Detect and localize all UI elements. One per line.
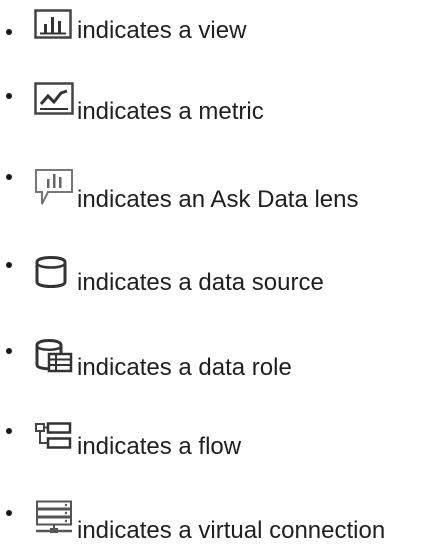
virtual-connection-icon: [34, 500, 74, 534]
bullet: [6, 29, 12, 35]
list-item-label: indicates a data role: [77, 354, 292, 381]
bullet: [6, 93, 12, 99]
list-item-label: indicates an Ask Data lens: [77, 186, 359, 213]
list-item-label: indicates a flow: [77, 433, 242, 460]
list-item-data-role: indicates a data role: [0, 338, 448, 381]
list-item-ask-data-lens: indicates an Ask Data lens: [0, 168, 448, 213]
list-item-view: indicates a view: [0, 6, 448, 46]
flow-icon: [34, 422, 72, 452]
bullet: [6, 174, 12, 180]
list-item-label: indicates a virtual connection: [77, 517, 386, 544]
view-icon: [34, 9, 72, 39]
bullet: [6, 348, 12, 354]
list-item-flow: indicates a flow: [0, 420, 448, 460]
metric-icon: [34, 82, 74, 116]
list-item-virtual-connection: indicates a virtual connection: [0, 500, 448, 544]
bullet: [6, 510, 12, 516]
list-item-label: indicates a metric: [77, 98, 264, 125]
ask-data-lens-icon: [34, 168, 74, 208]
bullet: [6, 262, 12, 268]
list-item-label: indicates a view: [77, 17, 247, 44]
list-item-label: indicates a data source: [77, 269, 324, 296]
data-role-icon: [34, 338, 74, 374]
data-source-icon: [34, 254, 68, 290]
list-item-data-source: indicates a data source: [0, 254, 448, 296]
list-item-metric: indicates a metric: [0, 82, 448, 125]
bullet: [6, 428, 12, 434]
